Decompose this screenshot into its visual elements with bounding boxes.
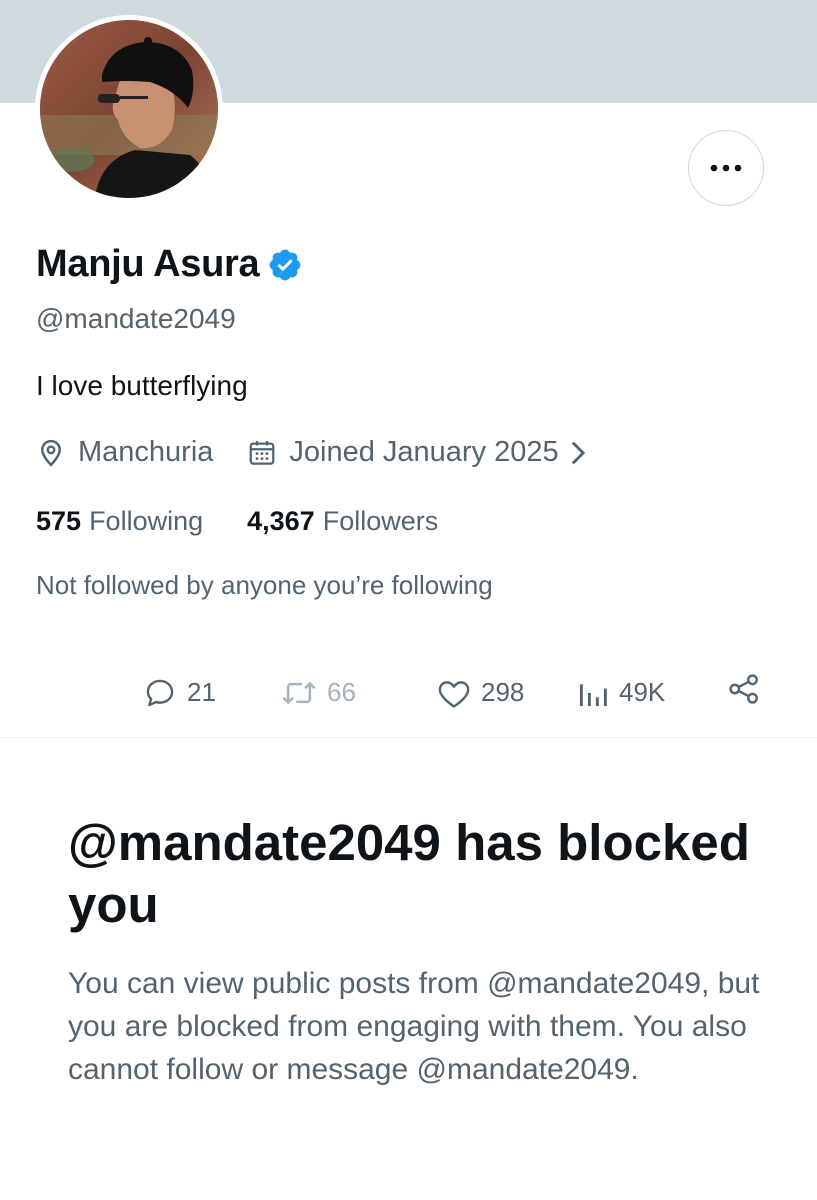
verified-badge-icon[interactable] bbox=[267, 247, 303, 283]
location: Manchuria bbox=[36, 436, 213, 469]
location-text: Manchuria bbox=[78, 436, 214, 468]
repost-button[interactable]: 66 bbox=[281, 677, 437, 708]
views-count: 49K bbox=[619, 677, 666, 707]
blocked-title: @mandate2049 has blocked you bbox=[68, 814, 750, 933]
repost-icon bbox=[282, 681, 316, 704]
more-horizontal-icon bbox=[710, 164, 742, 172]
joined-text: Joined January 2025 bbox=[289, 436, 559, 468]
reply-button[interactable]: 21 bbox=[143, 676, 281, 710]
share-icon bbox=[729, 674, 758, 704]
blocked-description: You can view public posts from @mandate2… bbox=[68, 967, 760, 1086]
profile-handle: @mandate2049 bbox=[36, 303, 236, 334]
like-button[interactable]: 298 bbox=[437, 677, 577, 709]
location-pin-icon bbox=[40, 439, 62, 467]
like-count: 298 bbox=[481, 677, 525, 707]
heart-icon bbox=[438, 680, 470, 708]
post-action-bar: 21 66 298 49K bbox=[143, 672, 761, 713]
profile-bio: I love butterflying bbox=[36, 370, 248, 401]
following-link[interactable]: 575 Following bbox=[36, 506, 203, 537]
display-name: Manju Asura bbox=[36, 243, 260, 285]
name-row: Manju Asura bbox=[36, 243, 303, 286]
profile-meta: Manchuria Joined January 2025 bbox=[36, 436, 599, 469]
reply-icon bbox=[146, 679, 174, 706]
calendar-icon bbox=[250, 440, 275, 465]
views-chart-icon bbox=[579, 683, 607, 706]
follow-stats: 575 Following 4,367 Followers bbox=[36, 506, 438, 537]
section-divider bbox=[0, 737, 817, 738]
following-count: 575 bbox=[36, 506, 82, 536]
avatar[interactable] bbox=[35, 15, 223, 203]
following-label: Following bbox=[89, 506, 204, 536]
avatar-photo bbox=[40, 20, 218, 198]
joined-date[interactable]: Joined January 2025 bbox=[247, 436, 598, 469]
more-options-button[interactable] bbox=[688, 130, 764, 206]
followers-link[interactable]: 4,367 Followers bbox=[247, 506, 438, 537]
views-button[interactable]: 49K bbox=[577, 677, 727, 708]
share-button[interactable] bbox=[727, 672, 761, 713]
social-context: Not followed by anyone you’re following bbox=[36, 570, 493, 600]
followers-count: 4,367 bbox=[247, 506, 315, 536]
reply-count: 21 bbox=[187, 677, 216, 707]
chevron-right-icon bbox=[571, 441, 585, 464]
followers-label: Followers bbox=[322, 506, 439, 536]
repost-count: 66 bbox=[327, 677, 356, 707]
